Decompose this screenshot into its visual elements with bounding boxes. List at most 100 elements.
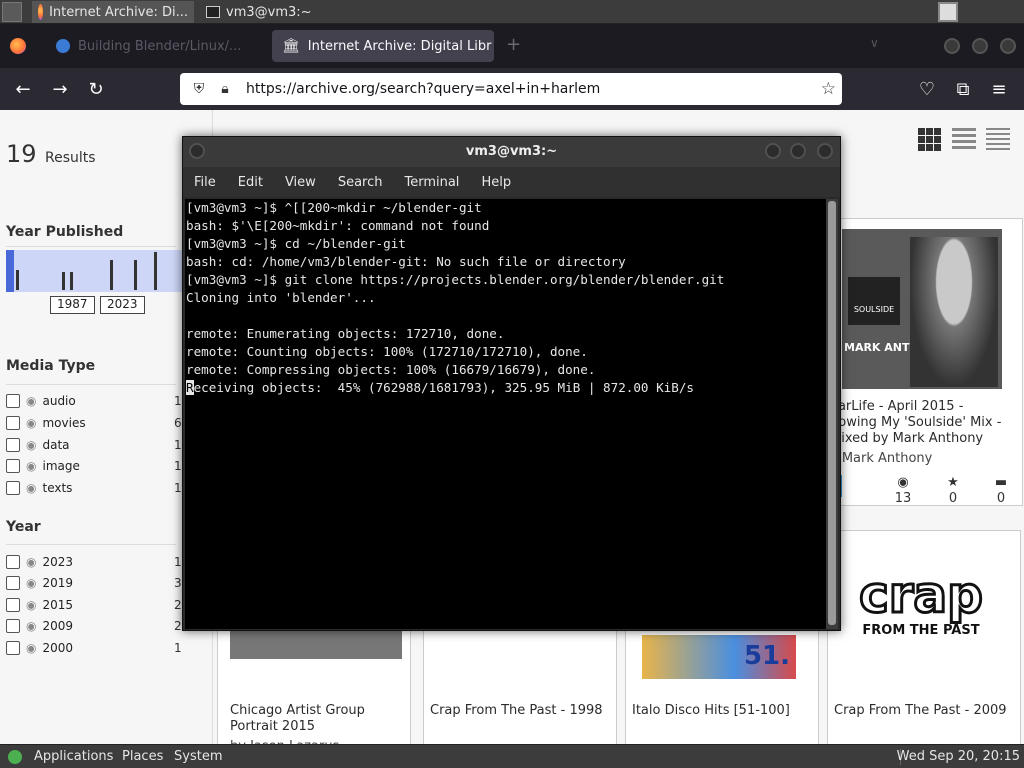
- back-icon[interactable]: ←: [10, 76, 36, 102]
- scrollbar-thumb[interactable]: [828, 201, 836, 625]
- checkbox[interactable]: [6, 619, 20, 633]
- chevron-down-icon[interactable]: ∨: [870, 36, 879, 50]
- menu-icon[interactable]: ≡: [986, 76, 1012, 102]
- terminal-titlebar[interactable]: vm3@vm3:~: [183, 137, 840, 167]
- tab-internet-archive[interactable]: 🏛 Internet Archive: Digital Libr ✕: [272, 30, 494, 62]
- soulside-logo: SOULSIDE: [848, 277, 900, 325]
- facet-count: 1: [174, 641, 182, 655]
- facet-year[interactable]: ◉ 2015: [6, 596, 73, 614]
- lock-icon[interactable]: 🔒︎: [212, 81, 238, 97]
- show-desktop-button[interactable]: [2, 2, 22, 22]
- tab-label: Internet Archive: Digital Libr: [307, 38, 492, 54]
- pocket-icon[interactable]: ♡: [914, 76, 940, 102]
- facet-image[interactable]: ◉ image: [6, 457, 80, 475]
- facet-data[interactable]: ◉ data: [6, 436, 70, 454]
- minimize-button[interactable]: [765, 143, 781, 159]
- favorites-count: 0: [948, 491, 958, 506]
- eye-icon[interactable]: ◉: [26, 619, 36, 633]
- maximize-button[interactable]: [790, 143, 806, 159]
- applications-menu[interactable]: Applications: [34, 749, 113, 764]
- facet-label: movies: [42, 416, 86, 430]
- url-bar[interactable]: ⛨ 🔒︎ https://archive.org/search?query=ax…: [180, 73, 842, 105]
- workspace-switcher[interactable]: [938, 2, 958, 22]
- menu-file[interactable]: File: [194, 175, 216, 190]
- eye-icon[interactable]: ◉: [26, 394, 36, 408]
- places-menu[interactable]: Places: [122, 749, 163, 764]
- reload-icon[interactable]: ↻: [83, 76, 109, 102]
- result-card[interactable]: SOULSIDE MARK ANTHONY oarLife - April 20…: [829, 218, 1023, 506]
- close-button[interactable]: [1000, 38, 1016, 54]
- taskbar-item-firefox[interactable]: Internet Archive: Di...: [32, 1, 194, 23]
- crap-logo-text: crap: [858, 566, 985, 625]
- histogram-bar: [134, 260, 137, 290]
- taskbar-item-terminal[interactable]: vm3@vm3:~: [200, 1, 370, 23]
- eye-icon[interactable]: ◉: [26, 641, 36, 655]
- facet-year[interactable]: ◉ 2023: [6, 553, 73, 571]
- firefox-view-icon[interactable]: [10, 38, 26, 54]
- close-button[interactable]: [817, 143, 833, 159]
- checkbox[interactable]: [6, 641, 20, 655]
- list-compact-view-icon[interactable]: [986, 128, 1010, 152]
- facet-texts[interactable]: ◉ texts: [6, 479, 72, 497]
- results-number: 19: [6, 140, 37, 168]
- checkbox[interactable]: [6, 481, 20, 495]
- crap-logo: crap FROM THE PAST: [836, 566, 1006, 653]
- card-title[interactable]: oarLife - April 2015 - howing My 'Soulsi…: [830, 399, 1020, 447]
- eye-icon[interactable]: ◉: [26, 555, 36, 569]
- year-histogram[interactable]: [6, 250, 182, 292]
- result-card[interactable]: crap FROM THE PAST Crap From The Past - …: [827, 530, 1021, 750]
- facet-year[interactable]: ◉ 2009: [6, 617, 73, 635]
- terminal-scrollbar[interactable]: [826, 199, 838, 629]
- facet-label: texts: [42, 481, 73, 495]
- range-handle[interactable]: [6, 250, 14, 292]
- checkbox[interactable]: [6, 555, 20, 569]
- menu-search[interactable]: Search: [338, 175, 383, 190]
- grid-view-icon[interactable]: [918, 128, 942, 152]
- eye-icon[interactable]: ◉: [26, 481, 36, 495]
- card-title[interactable]: Crap From The Past - 2009: [834, 703, 1014, 719]
- tab-blender[interactable]: Building Blender/Linux/...: [46, 30, 268, 62]
- year-min-input[interactable]: 1987: [50, 296, 95, 314]
- checkbox[interactable]: [6, 394, 20, 408]
- new-tab-icon[interactable]: +: [506, 34, 521, 55]
- distro-icon: [8, 750, 22, 764]
- card-title[interactable]: Chicago Artist Group Portrait 2015: [230, 703, 400, 735]
- minimize-button[interactable]: [944, 38, 960, 54]
- terminal-output[interactable]: [vm3@vm3 ~]$ ^[[200~mkdir ~/blender-git …: [185, 199, 826, 629]
- eye-icon[interactable]: ◉: [26, 576, 36, 590]
- year-max-input[interactable]: 2023: [100, 296, 145, 314]
- facet-year[interactable]: ◉ 2000: [6, 639, 73, 657]
- terminal-icon: [206, 6, 220, 18]
- eye-icon[interactable]: ◉: [26, 459, 36, 473]
- star-icon[interactable]: ☆: [821, 79, 836, 99]
- shield-icon[interactable]: ⛨: [186, 81, 212, 97]
- list-detail-view-icon[interactable]: [952, 128, 976, 152]
- card-title[interactable]: Italo Disco Hits [51-100]: [632, 703, 812, 719]
- eye-icon[interactable]: ◉: [26, 416, 36, 430]
- firefox-icon: [38, 4, 44, 20]
- facet-audio[interactable]: ◉ audio: [6, 392, 76, 410]
- menu-terminal[interactable]: Terminal: [404, 175, 459, 190]
- menu-view[interactable]: View: [285, 175, 316, 190]
- checkbox[interactable]: [6, 459, 20, 473]
- facet-year[interactable]: ◉ 2019: [6, 574, 73, 592]
- url-text[interactable]: https://archive.org/search?query=axel+in…: [246, 81, 600, 97]
- checkbox[interactable]: [6, 576, 20, 590]
- eye-icon[interactable]: ◉: [26, 598, 36, 612]
- facet-movies[interactable]: ◉ movies: [6, 414, 86, 432]
- system-menu[interactable]: System: [174, 749, 222, 764]
- extensions-icon[interactable]: ⧉: [950, 76, 976, 102]
- checkbox[interactable]: [6, 598, 20, 612]
- clock[interactable]: Wed Sep 20, 20:15: [897, 749, 1020, 764]
- histogram-bar: [62, 272, 65, 290]
- menu-edit[interactable]: Edit: [238, 175, 263, 190]
- menu-help[interactable]: Help: [481, 175, 511, 190]
- forward-icon[interactable]: →: [47, 76, 73, 102]
- checkbox[interactable]: [6, 438, 20, 452]
- card-title[interactable]: Crap From The Past - 1998: [430, 703, 610, 719]
- eye-icon[interactable]: ◉: [26, 438, 36, 452]
- maximize-button[interactable]: [972, 38, 988, 54]
- checkbox[interactable]: [6, 416, 20, 430]
- taskbar-item-label: Internet Archive: Di...: [49, 4, 188, 20]
- histogram-bar: [16, 270, 19, 290]
